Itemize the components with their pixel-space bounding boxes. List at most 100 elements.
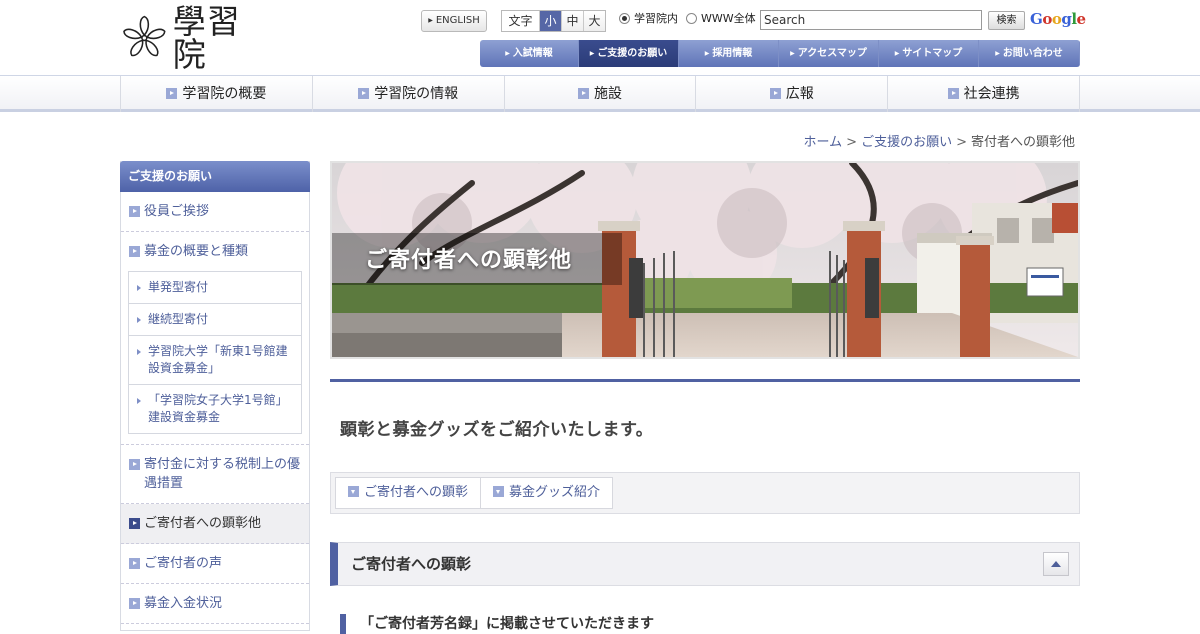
section-header: ご寄付者への顕彰 — [330, 542, 1080, 586]
utility-nav-label: サイトマップ — [902, 48, 963, 59]
sidebar-item-overview[interactable]: 募金の概要と種類 — [121, 232, 309, 271]
google-logo-letter: g — [1061, 10, 1072, 28]
sidebar-item-label: 募金の概要と種類 — [144, 244, 249, 259]
sidebar-subitem-university-fund[interactable]: 学習院大学「新東1号館建設資金募金」 — [129, 336, 301, 385]
sidebar-subitem-continuous[interactable]: 継続型寄付 — [129, 304, 301, 336]
hero-banner: ご寄付者への顕彰他 — [330, 161, 1080, 359]
breadcrumb-separator: > — [846, 135, 858, 150]
arrow-right-icon — [129, 598, 140, 609]
sidebar-item-status[interactable]: 募金入金状況 — [121, 584, 309, 624]
sidebar-title: ご支援のお願い — [120, 161, 310, 192]
sidebar-item-label: ご寄付者への顕彰他 — [144, 516, 262, 531]
arrow-right-icon — [129, 206, 140, 217]
sidebar-item-label: 役員ご挨拶 — [144, 204, 210, 219]
arrow-right-icon — [129, 558, 140, 569]
radio-unchecked-icon[interactable] — [686, 12, 697, 24]
sidebar-subitem-womens-fund[interactable]: 「学習院女子大学1号館」建設資金募金 — [129, 385, 301, 434]
utility-nav: ▶ 入試情報 ▶ ご支援のお願い ▶ 採用情報 ▶ アクセスマップ ▶ サイトマップ ▶ お問い合わせ — [480, 40, 1080, 67]
site-logo[interactable]: 學習院 — [120, 5, 272, 71]
anchor-link-goods[interactable]: 募金グッズ紹介 — [481, 478, 612, 508]
breadcrumb-current: 寄付者への顕彰他 — [970, 135, 1075, 150]
triangle-right-icon: ▶ — [894, 50, 900, 57]
sidebar-subitem-single[interactable]: 単発型寄付 — [129, 272, 301, 304]
global-nav-item[interactable]: 学習院の概要 — [121, 76, 313, 112]
english-button[interactable]: ▶ ENGLISH — [421, 10, 487, 32]
global-nav-item[interactable]: 学習院の情報 — [313, 76, 505, 112]
cherry-blossom-icon — [123, 15, 166, 57]
sidebar: ご支援のお願い 役員ご挨拶 募金の概要と種類 単発型寄付 継続型寄付 学習院大学… — [120, 161, 310, 631]
sidebar-item-label: 寄付金に対する税制上の優遇措置 — [144, 457, 301, 491]
global-nav-list: 学習院の概要 学習院の情報 施設 広報 社会連携 — [120, 76, 1080, 112]
anchor-link-label: ご寄付者への顕彰 — [364, 485, 469, 500]
breadcrumb-parent-link[interactable]: ご支援のお願い — [861, 135, 952, 150]
utility-nav-label: お問い合わせ — [1002, 48, 1063, 59]
utility-nav-label: 採用情報 — [712, 48, 753, 59]
utility-nav-item[interactable]: ▶ 採用情報 — [679, 40, 779, 67]
page-top-button[interactable] — [1043, 552, 1069, 576]
arrow-right-icon — [769, 88, 781, 99]
lead-text: 顕彰と募金グッズをご紹介いたします。 — [340, 420, 654, 440]
english-label: ENGLISH — [435, 15, 480, 26]
arrow-down-icon — [493, 486, 505, 497]
utility-nav-label: ご支援のお願い — [597, 48, 668, 59]
divider — [330, 379, 1080, 382]
anchor-link-label: 募金グッズ紹介 — [509, 485, 601, 500]
utility-nav-label: 入試情報 — [512, 48, 553, 59]
logo-text: 學習院 — [172, 2, 241, 74]
search-scope-internal[interactable]: 学習院内 — [619, 10, 678, 26]
arrow-right-icon — [129, 459, 140, 470]
sidebar-item-greeting[interactable]: 役員ご挨拶 — [121, 192, 309, 232]
sidebar-item-label: ご寄付者の声 — [144, 556, 223, 571]
arrow-right-icon — [166, 88, 178, 99]
anchor-links: ご寄付者への顕彰 募金グッズ紹介 — [335, 477, 614, 509]
arrow-right-icon — [129, 518, 140, 529]
anchor-link-box: ご寄付者への顕彰 募金グッズ紹介 — [330, 472, 1080, 514]
font-size-label: 文字 — [508, 14, 533, 28]
global-nav-label: 社会連携 — [963, 86, 1020, 102]
site-header: 學習院 ▶ENGLISH 文字 小 中 大 学習院内 WWW全体 検索 Goog… — [0, 0, 1200, 76]
utility-nav-item[interactable]: ▶ ご支援のお願い — [579, 40, 679, 67]
font-size-medium-button[interactable]: 中 — [561, 11, 583, 31]
font-size-small-button[interactable]: 小 — [539, 11, 561, 31]
utility-nav-item[interactable]: ▶ アクセスマップ — [779, 40, 879, 67]
utility-nav-item[interactable]: ▶ サイトマップ — [879, 40, 979, 67]
arrow-right-icon — [577, 88, 589, 99]
google-logo: Google — [1030, 10, 1086, 28]
anchor-link-recognition[interactable]: ご寄付者への顕彰 — [336, 478, 482, 508]
triangle-right-icon: ▶ — [995, 50, 1000, 57]
sidebar-submenu: 単発型寄付 継続型寄付 学習院大学「新東1号館建設資金募金」 「学習院女子大学1… — [128, 271, 302, 434]
triangle-right-icon: ▶ — [428, 17, 433, 24]
search-button[interactable]: 検索 — [988, 11, 1025, 30]
search-scope-www-label: WWW全体 — [701, 12, 756, 25]
global-nav-item[interactable]: 社会連携 — [888, 76, 1080, 112]
google-logo-letter: G — [1030, 10, 1043, 28]
search-scope-internal-label: 学習院内 — [634, 12, 678, 25]
radio-checked-icon[interactable] — [619, 12, 630, 24]
breadcrumb-home-link[interactable]: ホーム — [804, 135, 843, 150]
arrow-right-icon — [129, 246, 140, 257]
hero-title: ご寄付者への顕彰他 — [365, 248, 573, 273]
global-nav-label: 広報 — [785, 86, 814, 102]
google-logo-letter: o — [1051, 10, 1062, 28]
search-scope-www[interactable]: WWW全体 — [686, 10, 756, 26]
utility-nav-item[interactable]: ▶ お問い合わせ — [979, 40, 1080, 67]
sidebar-item-label: 募金入金状況 — [144, 596, 223, 611]
global-nav-label: 学習院の情報 — [374, 86, 459, 102]
sidebar-item-tax[interactable]: 寄付金に対する税制上の優遇措置 — [121, 444, 309, 504]
triangle-right-icon: ▶ — [704, 50, 710, 57]
breadcrumb: ホーム > ご支援のお願い > 寄付者への顕彰他 — [804, 131, 1075, 150]
global-nav-item[interactable]: 施設 — [505, 76, 697, 112]
arrow-down-icon — [348, 486, 359, 497]
global-nav-label: 施設 — [593, 86, 622, 102]
font-size-large-button[interactable]: 大 — [583, 11, 605, 31]
global-nav-item[interactable]: 広報 — [696, 76, 889, 112]
google-logo-letter: o — [1042, 10, 1052, 28]
utility-nav-item[interactable]: ▶ 入試情報 — [480, 40, 579, 67]
section-title: ご寄付者への顕彰 — [351, 555, 472, 573]
sidebar-item-voices[interactable]: ご寄付者の声 — [121, 544, 309, 584]
triangle-right-icon: ▶ — [505, 50, 510, 57]
search-input[interactable] — [760, 10, 982, 30]
sidebar-item-recognition[interactable]: ご寄付者への顕彰他 — [121, 504, 309, 544]
global-nav-label: 学習院の概要 — [182, 86, 267, 102]
font-size-switcher: 文字 小 中 大 — [501, 10, 606, 32]
